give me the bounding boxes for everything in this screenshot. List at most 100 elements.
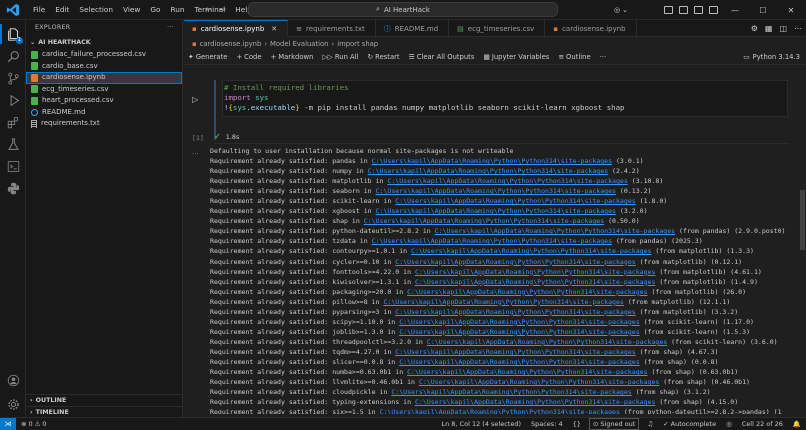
autocomplete-status[interactable]: ✓ Autocomplete xyxy=(658,420,721,428)
more-button[interactable]: ··· xyxy=(600,53,606,61)
menu-edit[interactable]: Edit xyxy=(50,0,74,20)
menu-run[interactable]: Run xyxy=(165,0,189,20)
editor-tab[interactable]: ⓘ README.md xyxy=(376,20,450,37)
run-cell-icon[interactable]: ▷ xyxy=(192,95,198,104)
editor-tab[interactable]: ≡ requirements.txt xyxy=(288,20,376,37)
restart-button[interactable]: ↻ Restart xyxy=(367,53,399,61)
output-more-icon[interactable]: ··· xyxy=(192,150,199,158)
output-path-link[interactable]: C:\Users\kapil\AppData\Roaming\Python\Py… xyxy=(399,328,639,336)
outline-section[interactable]: › OUTLINE xyxy=(26,394,183,405)
signed-out-status[interactable]: ⊙ Signed out xyxy=(588,418,640,430)
output-path-link[interactable]: C:\Users\kapil\AppData\Roaming\Python\Py… xyxy=(380,408,620,414)
settings-gear-icon[interactable] xyxy=(5,396,21,412)
cell-position[interactable]: Cell 22 of 26 xyxy=(737,420,788,428)
output-path-link[interactable]: C:\Users\kapil\AppData\Roaming\Python\Py… xyxy=(407,368,647,376)
scrollbar-thumb[interactable] xyxy=(800,190,805,250)
split-editor-icon[interactable]: ◫ xyxy=(779,24,787,33)
maximize-icon[interactable]: ☐ xyxy=(752,6,774,15)
command-center-search[interactable]: ⌕ AI HeartHack xyxy=(248,2,558,17)
file-item[interactable]: ecg_timeseries.csv xyxy=(26,84,182,96)
output-path-link[interactable]: C:\Users\kapil\AppData\Roaming\Python\Py… xyxy=(391,388,631,396)
run-all-button[interactable]: ▷▷ Run All xyxy=(322,53,358,61)
output-path-link[interactable]: C:\Users\kapil\AppData\Roaming\Python\Py… xyxy=(387,177,627,185)
output-path-link[interactable]: C:\Users\kapil\AppData\Roaming\Python\Py… xyxy=(376,187,616,195)
kernel-picker[interactable]: ▭ Python 3.14.3 xyxy=(743,50,800,65)
menu-view[interactable]: View xyxy=(118,0,145,20)
file-item[interactable]: heart_processed.csv xyxy=(26,95,182,107)
output-path-link[interactable]: C:\Users\kapil\AppData\Roaming\Python\Py… xyxy=(399,318,639,326)
output-path-link[interactable]: C:\Users\kapil\AppData\Roaming\Python\Py… xyxy=(395,197,635,205)
braces-icon[interactable]: {} xyxy=(568,420,586,428)
output-path-link[interactable]: C:\Users\kapil\AppData\Roaming\Python\Py… xyxy=(399,358,639,366)
accounts-icon[interactable] xyxy=(5,372,21,388)
output-path-link[interactable]: C:\Users\kapil\AppData\Roaming\Python\Py… xyxy=(411,247,651,255)
menu-go[interactable]: Go xyxy=(145,0,165,20)
clear-outputs-button[interactable]: ☰ Clear All Outputs xyxy=(409,53,475,61)
output-path-link[interactable]: C:\Users\kapil\AppData\Roaming\Python\Py… xyxy=(415,278,655,286)
code-content[interactable]: # Install required libraries import sys !{… xyxy=(224,83,625,113)
toggle-panel-icon[interactable] xyxy=(679,6,688,14)
output-path-link[interactable]: C:\Users\kapil\AppData\Roaming\Python\Py… xyxy=(395,308,635,316)
file-item[interactable]: README.md xyxy=(26,107,182,119)
output-path-link[interactable]: C:\Users\kapil\AppData\Roaming\Python\Py… xyxy=(376,207,616,215)
source-control-icon[interactable] xyxy=(5,70,21,86)
back-arrow-icon[interactable]: ← xyxy=(205,3,213,17)
file-item[interactable]: cardiosense.ipynb xyxy=(26,72,182,84)
add-code-button[interactable]: + Code xyxy=(236,53,261,61)
testing-icon[interactable] xyxy=(5,136,21,152)
output-path-link[interactable]: C:\Users\kapil\AppData\Roaming\Python\Py… xyxy=(415,268,655,276)
generate-button[interactable]: ✦ Generate xyxy=(188,53,227,61)
file-item[interactable]: cardio_base.csv xyxy=(26,61,182,73)
vertical-scrollbar[interactable] xyxy=(799,80,806,415)
editor-tab[interactable]: ▤ ecg_timeseries.csv xyxy=(449,20,546,37)
copilot-button[interactable]: ◎ ⌄ xyxy=(614,6,628,14)
bell-icon[interactable]: ♫ xyxy=(642,420,658,428)
toggle-secondary-sidebar-icon[interactable] xyxy=(694,6,703,14)
minimize-icon[interactable]: — xyxy=(724,6,746,15)
extensions-icon[interactable] xyxy=(5,114,21,130)
output-path-link[interactable]: C:\Users\kapil\AppData\Roaming\Python\Py… xyxy=(419,378,659,386)
copilot-status-icon[interactable]: ◎ xyxy=(721,420,737,428)
add-markdown-button[interactable]: + Markdown xyxy=(271,53,314,61)
customize-layout-icon[interactable] xyxy=(709,6,718,14)
output-path-link[interactable]: C:\Users\kapil\AppData\Roaming\Python\Py… xyxy=(368,167,608,175)
more-actions-icon[interactable]: ··· xyxy=(167,20,174,36)
indentation[interactable]: Spaces: 4 xyxy=(526,420,568,428)
output-path-link[interactable]: C:\Users\kapil\AppData\Roaming\Python\Py… xyxy=(372,157,612,165)
output-path-link[interactable]: C:\Users\kapil\AppData\Roaming\Python\Py… xyxy=(407,288,647,296)
outline-button[interactable]: ≡ Outline xyxy=(558,53,590,61)
close-tab-icon[interactable]: ✕ xyxy=(271,25,277,33)
forward-arrow-icon[interactable]: → xyxy=(219,3,227,17)
menu-file[interactable]: File xyxy=(28,0,50,20)
close-icon[interactable]: ✕ xyxy=(780,6,802,15)
python-icon[interactable] xyxy=(5,180,21,196)
explorer-icon[interactable]: 1 xyxy=(0,24,23,44)
more-actions-icon[interactable]: ⋯ xyxy=(794,24,802,33)
toggle-sidebar-icon[interactable] xyxy=(664,6,673,14)
jupyter-variables-button[interactable]: ▦ Jupyter Variables xyxy=(483,53,549,61)
output-path-link[interactable]: C:\Users\kapil\AppData\Roaming\Python\Py… xyxy=(383,298,623,306)
remote-indicator-icon[interactable]: ⋊ xyxy=(0,417,16,430)
output-path-link[interactable]: C:\Users\kapil\AppData\Roaming\Python\Py… xyxy=(364,217,604,225)
editor-tab[interactable]: ▪ cardiosense.ipynb xyxy=(545,20,637,37)
editor-tab[interactable]: ▪ cardiosense.ipynb ✕ xyxy=(184,20,289,37)
timeline-section[interactable]: › TIMELINE xyxy=(26,406,183,417)
output-path-link[interactable]: C:\Users\kapil\AppData\Roaming\Python\Py… xyxy=(427,338,667,346)
breadcrumb-cell[interactable]: import shap xyxy=(337,40,378,48)
notifications-icon[interactable]: 🔔 xyxy=(788,420,806,428)
file-item[interactable]: cardiac_failure_processed.csv xyxy=(26,49,182,61)
output-path-link[interactable]: C:\Users\kapil\AppData\Roaming\Python\Py… xyxy=(395,348,635,356)
output-path-link[interactable]: C:\Users\kapil\AppData\Roaming\Python\Py… xyxy=(372,237,612,245)
variables-icon[interactable]: ▦ xyxy=(765,24,773,33)
menu-selection[interactable]: Selection xyxy=(74,0,118,20)
remote-explorer-icon[interactable] xyxy=(5,158,21,174)
file-item[interactable]: requirements.txt xyxy=(26,118,182,130)
search-view-icon[interactable] xyxy=(5,48,21,64)
output-path-link[interactable]: C:\Users\kapil\AppData\Roaming\Python\Py… xyxy=(415,398,655,406)
output-path-link[interactable]: C:\Users\kapil\AppData\Roaming\Python\Py… xyxy=(435,227,675,235)
run-debug-icon[interactable] xyxy=(5,92,21,108)
folder-header[interactable]: ⌄ AI HEARTHACK xyxy=(26,36,182,49)
breadcrumb-file[interactable]: cardiosense.ipynb xyxy=(200,40,262,48)
output-path-link[interactable]: C:\Users\kapil\AppData\Roaming\Python\Py… xyxy=(395,258,635,266)
breadcrumb-section[interactable]: Model Evaluation xyxy=(270,40,328,48)
